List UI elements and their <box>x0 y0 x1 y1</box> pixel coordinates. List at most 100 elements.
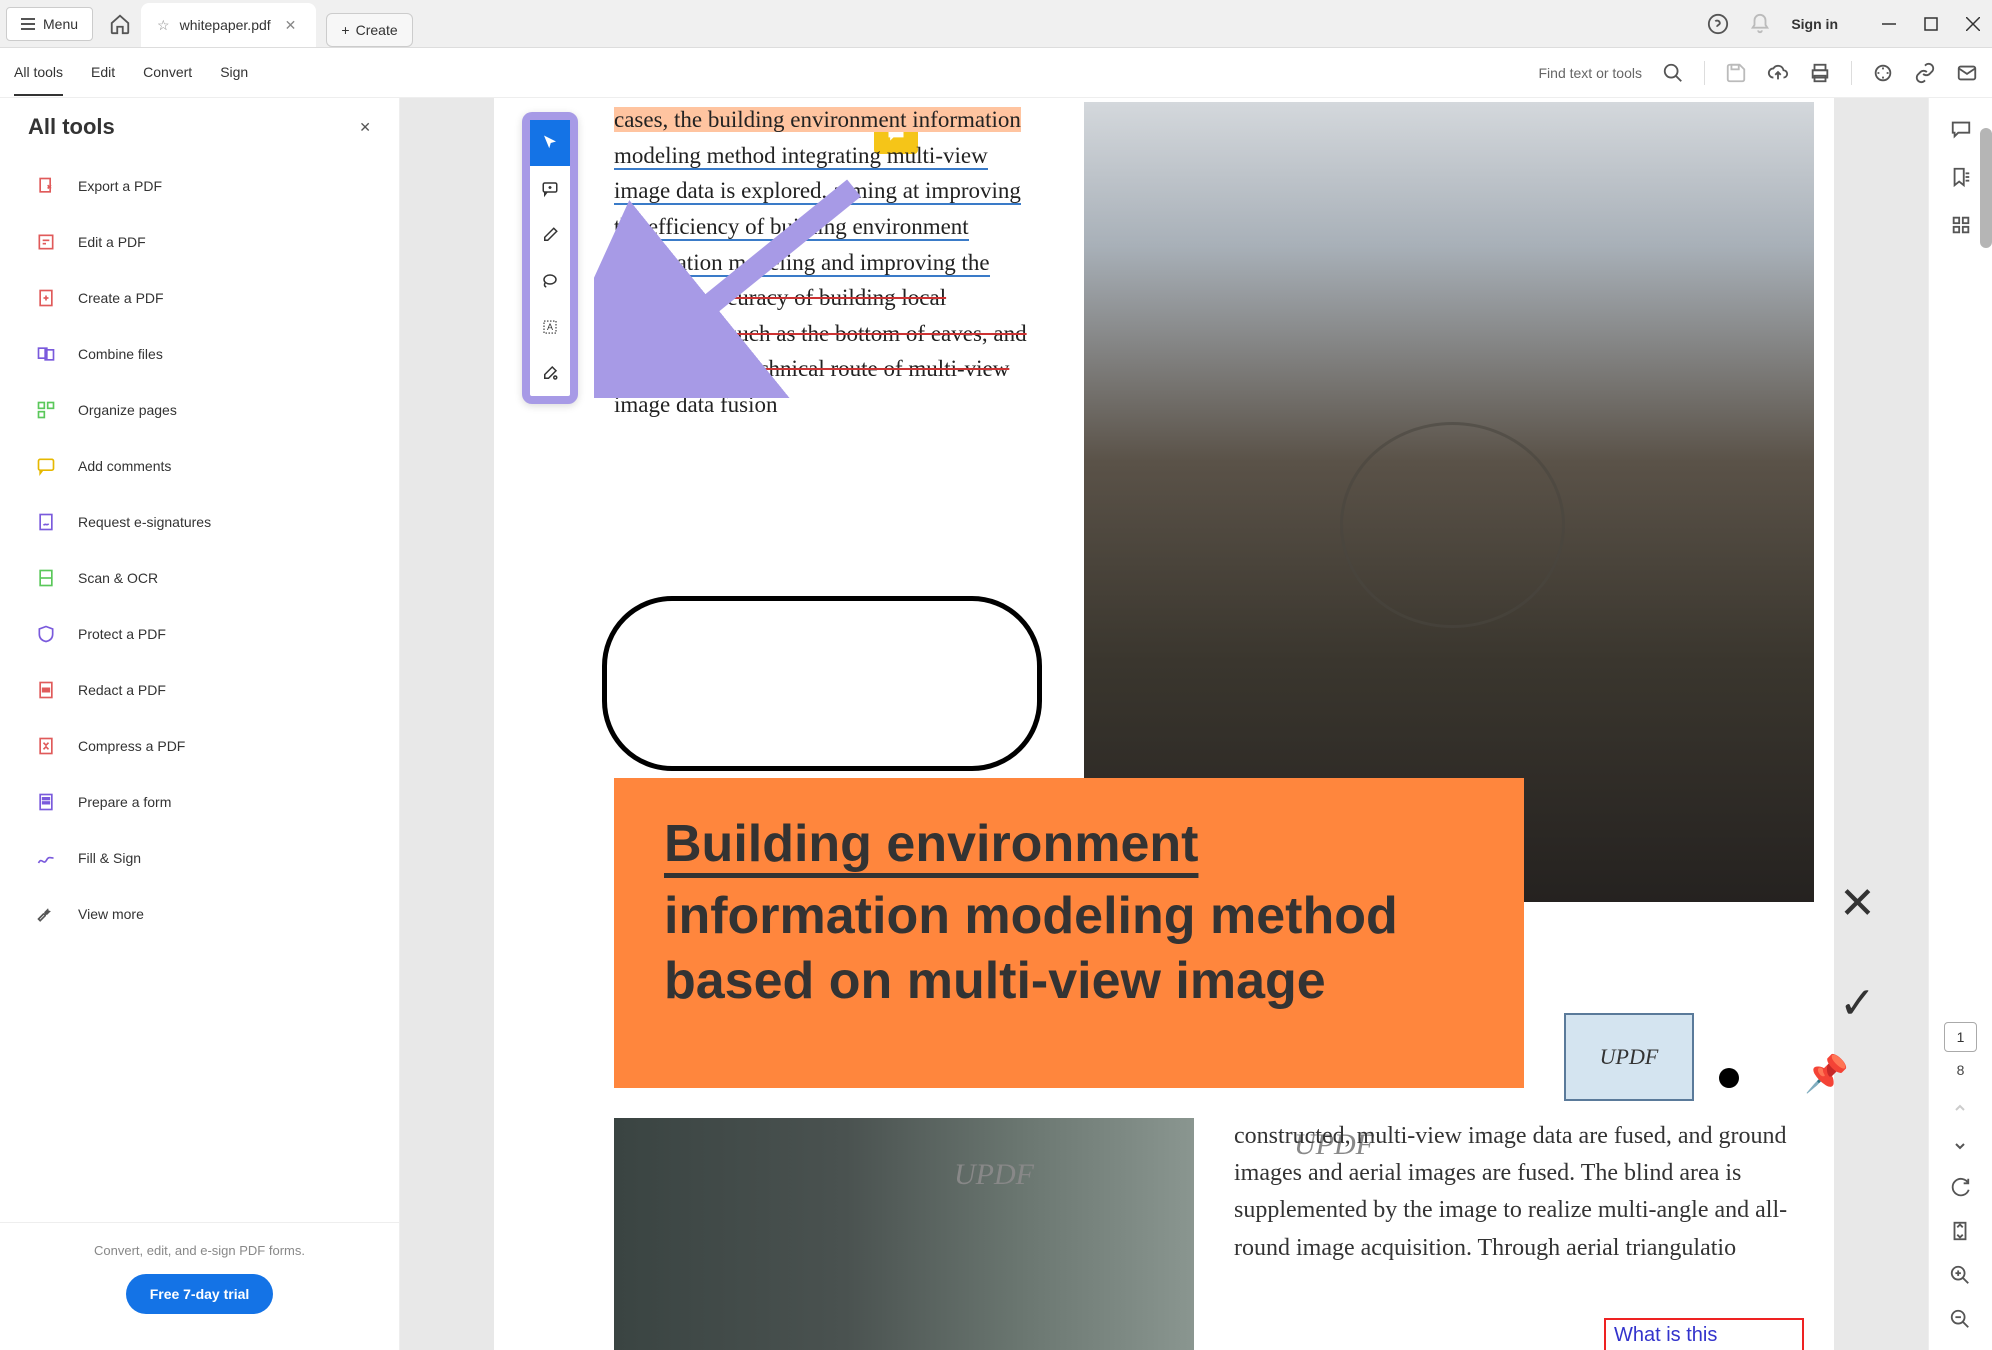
page-up-button[interactable] <box>1952 1100 1968 1116</box>
comments-panel-button[interactable] <box>1950 118 1972 140</box>
right-rail: 1 8 <box>1928 98 1992 1350</box>
bell-icon[interactable] <box>1749 13 1771 35</box>
print-icon <box>1809 62 1831 84</box>
divider <box>1704 61 1705 85</box>
menu-label: Menu <box>43 16 78 32</box>
star-icon: ☆ <box>157 17 170 34</box>
text-select-icon: A <box>541 318 559 336</box>
zoom-out-icon <box>1949 1308 1971 1330</box>
create-button[interactable]: + Create <box>326 13 412 47</box>
help-icon[interactable] <box>1707 13 1729 35</box>
oval-annotation[interactable] <box>602 596 1042 771</box>
document-page[interactable]: A <box>494 98 1834 1350</box>
eraser-tool[interactable] <box>530 350 570 396</box>
toolbar: All tools Edit Convert Sign Find text or… <box>0 48 1992 98</box>
window-controls <box>1878 13 1984 35</box>
current-page-input[interactable]: 1 <box>1944 1022 1978 1052</box>
protect-icon <box>34 622 58 646</box>
link-button[interactable] <box>1914 62 1936 84</box>
sidebar-item-protect[interactable]: Protect a PDF <box>28 608 371 660</box>
cross-annotation[interactable]: ✕ <box>1839 878 1876 929</box>
sidebar-item-esign[interactable]: Request e-signatures <box>28 496 371 548</box>
signin-button[interactable]: Sign in <box>1791 16 1838 32</box>
toolbar-tabs: All tools Edit Convert Sign <box>14 50 248 96</box>
sidebar-item-view-more[interactable]: View more <box>28 888 371 940</box>
bookmarks-panel-button[interactable] <box>1950 166 1972 188</box>
tab-sign[interactable]: Sign <box>220 50 248 96</box>
combine-icon <box>34 342 58 366</box>
save-button[interactable] <box>1725 62 1747 84</box>
draw-tool[interactable] <box>530 258 570 304</box>
zoom-out-button[interactable] <box>1949 1308 1971 1330</box>
sidebar-item-redact[interactable]: Redact a PDF <box>28 664 371 716</box>
sidebar-items: Export a PDF Edit a PDF Create a PDF Com… <box>0 160 399 1222</box>
fit-page-button[interactable] <box>1949 1220 1971 1242</box>
email-button[interactable] <box>1956 62 1978 84</box>
tab-whitepaper[interactable]: ☆ whitepaper.pdf ✕ <box>141 3 316 47</box>
scrollbar-thumb[interactable] <box>1980 128 1992 248</box>
upload-button[interactable] <box>1767 62 1789 84</box>
check-annotation[interactable]: ✓ <box>1839 978 1876 1029</box>
trial-button[interactable]: Free 7-day trial <box>126 1274 274 1314</box>
pen-icon <box>541 226 559 244</box>
thumbnails-panel-button[interactable] <box>1950 214 1972 236</box>
tab-label: whitepaper.pdf <box>180 17 271 33</box>
sidebar-item-prepare-form[interactable]: Prepare a form <box>28 776 371 828</box>
email-icon <box>1956 62 1978 84</box>
lower-paragraph[interactable]: constructed, multi-view image data are f… <box>1234 1118 1834 1267</box>
document-viewport[interactable]: A <box>400 98 1928 1350</box>
sidebar-item-label: Prepare a form <box>78 794 171 810</box>
sidebar-item-create-pdf[interactable]: Create a PDF <box>28 272 371 324</box>
sidebar-item-compress[interactable]: Compress a PDF <box>28 720 371 772</box>
dot-annotation[interactable] <box>1719 1068 1739 1088</box>
sidebar-item-export-pdf[interactable]: Export a PDF <box>28 160 371 212</box>
home-button[interactable] <box>99 5 141 43</box>
ai-button[interactable] <box>1872 62 1894 84</box>
svg-text:A: A <box>547 322 553 332</box>
select-tool[interactable] <box>530 120 570 166</box>
highlighted-text[interactable]: cases, the building environment informat… <box>614 107 1021 132</box>
search-button[interactable] <box>1662 62 1684 84</box>
tab-all-tools[interactable]: All tools <box>14 50 63 96</box>
grid-icon <box>1950 214 1972 236</box>
close-window-button[interactable] <box>1962 13 1984 35</box>
sidebar-item-edit-pdf[interactable]: Edit a PDF <box>28 216 371 268</box>
menu-button[interactable]: Menu <box>6 7 93 41</box>
floating-annotation-toolbar: A <box>522 112 578 404</box>
marker-icon <box>541 364 559 382</box>
highlight-tool[interactable] <box>530 212 570 258</box>
updf-watermark: UPDF <box>954 1158 1034 1192</box>
updf-stamp[interactable]: UPDF <box>1564 1013 1694 1101</box>
sidebar-item-label: Combine files <box>78 346 163 362</box>
sidebar-item-label: Export a PDF <box>78 178 162 194</box>
print-button[interactable] <box>1809 62 1831 84</box>
tab-convert[interactable]: Convert <box>143 50 192 96</box>
zoom-in-button[interactable] <box>1949 1264 1971 1286</box>
minimize-button[interactable] <box>1878 13 1900 35</box>
esign-icon <box>34 510 58 534</box>
sidebar-item-fill-sign[interactable]: Fill & Sign <box>28 832 371 884</box>
sidebar-item-comments[interactable]: Add comments <box>28 440 371 492</box>
tab-edit[interactable]: Edit <box>91 50 115 96</box>
sidebar-close-button[interactable]: ✕ <box>359 119 371 136</box>
text-tool[interactable]: A <box>530 304 570 350</box>
hamburger-icon <box>21 18 35 30</box>
toolbar-right: Find text or tools <box>1539 61 1979 85</box>
page-down-button[interactable] <box>1952 1138 1968 1154</box>
plus-icon: + <box>341 22 349 38</box>
organize-icon <box>34 398 58 422</box>
rotate-icon <box>1949 1176 1971 1198</box>
export-icon <box>34 174 58 198</box>
titlebar-right: Sign in <box>1707 13 1992 35</box>
sidebar-item-organize[interactable]: Organize pages <box>28 384 371 436</box>
comment-tool[interactable] <box>530 166 570 212</box>
sidebar-item-label: Organize pages <box>78 402 177 418</box>
maximize-button[interactable] <box>1920 13 1942 35</box>
rotate-button[interactable] <box>1949 1176 1971 1198</box>
tab-close-button[interactable]: ✕ <box>281 15 301 36</box>
text-annotation-box[interactable]: What is this <box>1604 1318 1804 1350</box>
sidebar-item-scan[interactable]: Scan & OCR <box>28 552 371 604</box>
pin-annotation[interactable]: 📌 <box>1804 1053 1849 1095</box>
edit-icon <box>34 230 58 254</box>
sidebar-item-combine[interactable]: Combine files <box>28 328 371 380</box>
